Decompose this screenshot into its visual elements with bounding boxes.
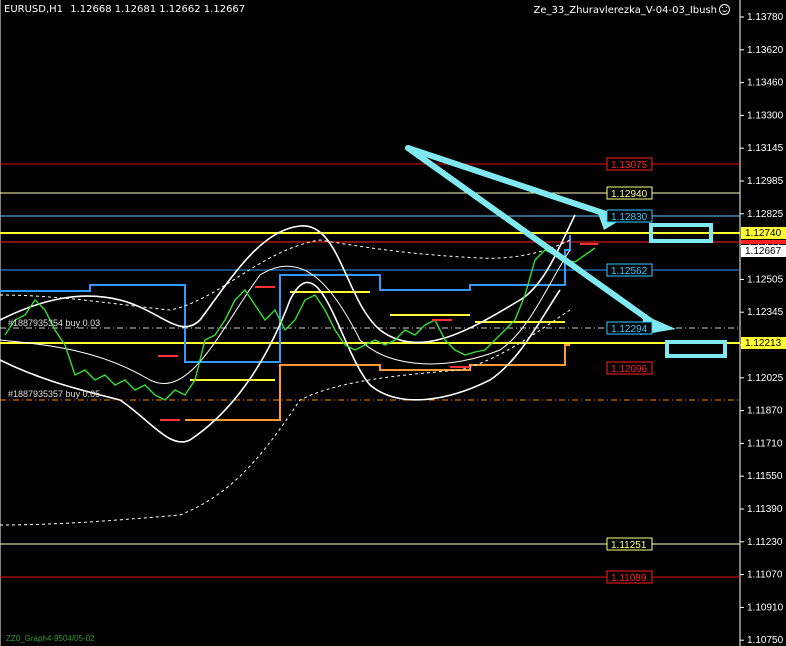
order-label-2[interactable]: #1887935357 buy 0.05 (8, 389, 100, 399)
price-tick-label: 1.12825 (747, 209, 784, 220)
price-tick-label: 1.11070 (747, 570, 783, 581)
orange-support-line (185, 344, 570, 421)
ohlc-values: 1.12668 1.12681 1.12662 1.12667 (70, 4, 246, 15)
smiley-icon[interactable] (719, 4, 730, 15)
order-label-1[interactable]: #1887935354 buy 0.03 (8, 318, 100, 328)
price-tick-label: 1.11390 (747, 504, 783, 515)
price-tick-label: 1.13620 (747, 45, 784, 56)
price-tick-label: 1.10750 (747, 635, 784, 646)
price-tick-label: 1.11870 (747, 406, 783, 417)
indicator-name: Ze_33_Zhuravlerezka_V-04-03_Ibush (533, 5, 717, 16)
trend-arrows (405, 145, 655, 325)
current-price-tag: 1.12667 (745, 246, 782, 257)
level-label: 1.13075 (611, 160, 648, 171)
price-tick-label: 1.13780 (747, 12, 784, 23)
price-tick-label: 1.10910 (747, 602, 784, 613)
price-tick-label: 1.11550 (747, 471, 783, 482)
price-tick-label: 1.13145 (747, 143, 784, 154)
level-label: 1.11089 (611, 573, 647, 584)
price-tick-label: 1.13460 (747, 78, 784, 89)
footer-label: ZZ0_Graph4-9504/05-02 (6, 634, 95, 643)
symbol-header: EURUSD,H1 1.12668 1.12681 1.12662 1.1266… (4, 4, 245, 15)
price-tick-label: 1.12985 (747, 176, 784, 187)
axis-tag-yellow: 1.12740 (745, 228, 782, 239)
chart-area[interactable]: 1.13075 1.12940 1.12830 1.12562 1.12294 1.120… (0, 0, 786, 646)
price-tick-label: 1.12505 (747, 274, 784, 285)
level-label: 1.12830 (611, 212, 648, 223)
axis-tag-white: 1.12213 (745, 338, 782, 349)
level-label: 1.12096 (611, 364, 648, 375)
indicator-header: Ze_33_Zhuravlerezka_V-04-03_Ibush (534, 4, 730, 16)
price-tick-label: 1.11710 (747, 438, 783, 449)
axis-tag-red-bg (741, 240, 786, 244)
target-box-lower[interactable] (665, 340, 727, 358)
price-tick-label: 1.11230 (747, 537, 783, 548)
price-tick-label: 1.12345 (747, 307, 784, 318)
price-tick-label: 1.12025 (747, 373, 784, 384)
level-label: 1.12940 (611, 189, 648, 200)
level-label: 1.12562 (611, 266, 648, 277)
level-label: 1.11251 (611, 540, 647, 551)
level-label: 1.12294 (611, 324, 648, 335)
price-tick-label: 1.13300 (747, 110, 784, 121)
symbol-name: EURUSD,H1 (4, 4, 64, 15)
